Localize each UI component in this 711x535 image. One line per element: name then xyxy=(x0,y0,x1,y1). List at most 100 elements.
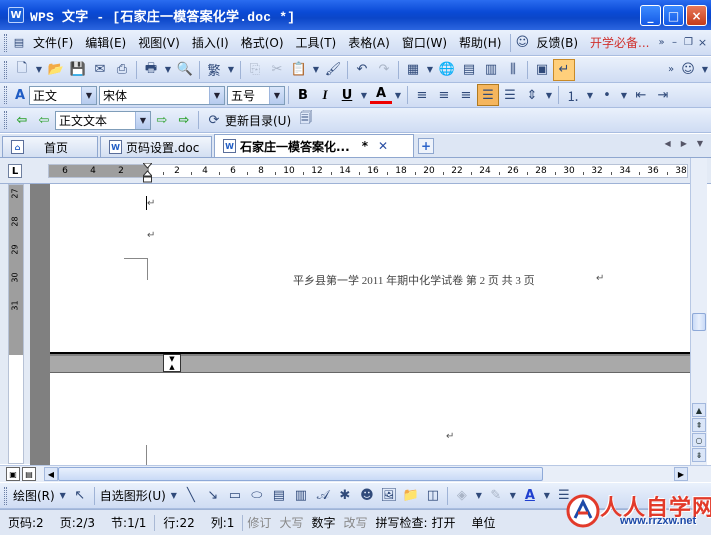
convert-dropdown-icon[interactable]: ▼ xyxy=(225,59,237,81)
line-color-icon[interactable]: ✎ xyxy=(485,485,507,507)
document-area[interactable]: ↵ ↵ 平乡县第一学 2011 年期中化学试卷 第 2 页 共 3 页 ↵ ▼ ▲… xyxy=(30,184,690,465)
align-left-icon[interactable]: ≡ xyxy=(411,84,433,106)
minimize-button[interactable]: _ xyxy=(640,5,661,26)
bullets-icon[interactable]: • xyxy=(596,84,618,106)
demote-to-body-icon[interactable]: ⇨ xyxy=(173,109,195,131)
menu-insert[interactable]: 插入(I) xyxy=(186,32,235,54)
chart-columns-icon[interactable]: ⫼ xyxy=(502,59,524,81)
toolbar-grip[interactable] xyxy=(4,60,7,79)
italic-button[interactable]: I xyxy=(314,85,336,106)
insert-table-icon[interactable]: ▦ xyxy=(402,59,424,81)
textbox-icon[interactable]: ▤ xyxy=(268,485,290,507)
distributed-align-icon[interactable]: ☰ xyxy=(499,84,521,106)
toolbar-grip[interactable] xyxy=(4,486,7,505)
close-tab-icon[interactable]: ✕ xyxy=(378,139,388,153)
menu-tools[interactable]: 工具(T) xyxy=(290,32,343,54)
table-grid-icon[interactable]: ▤ xyxy=(458,59,480,81)
horizontal-scrollbar[interactable]: ▣ ▤ ◀ ▶ xyxy=(0,465,711,482)
chevron-down-icon[interactable]: ▼ xyxy=(209,86,224,104)
tab-home[interactable]: ⌂ 首页 xyxy=(2,136,98,157)
draw-dropdown-icon[interactable]: ▼ xyxy=(57,485,69,507)
traditional-chinese-icon[interactable]: 繁 xyxy=(203,59,225,81)
vertical-ruler[interactable]: 27 28 29 30 31 xyxy=(8,184,24,464)
wordart-icon[interactable]: 𝒜 xyxy=(312,485,334,507)
export-pdf-icon[interactable]: ⎙ xyxy=(111,59,133,81)
normal-view-icon[interactable]: ▣ xyxy=(6,467,20,481)
rectangle-icon[interactable]: ▭ xyxy=(224,485,246,507)
select-objects-icon[interactable]: ↖ xyxy=(69,485,91,507)
promo-link[interactable]: 开学必备... xyxy=(584,32,655,54)
menu-window[interactable]: 窗口(W) xyxy=(396,32,453,54)
maximize-button[interactable]: □ xyxy=(663,5,684,26)
page-2[interactable]: ↵ ↵ 平乡县第一学 2011 年期中化学试卷 第 2 页 共 3 页 ↵ xyxy=(50,184,690,354)
save-icon[interactable]: 💾 xyxy=(67,59,89,81)
numbering-icon[interactable]: ⒈ xyxy=(562,84,584,106)
oval-icon[interactable]: ⬭ xyxy=(246,485,268,507)
menu-feedback[interactable]: 反馈(B) xyxy=(530,32,584,54)
open-folder-icon[interactable]: 📂 xyxy=(45,59,67,81)
promote-icon[interactable]: ⇦ xyxy=(33,109,55,131)
status-overtype[interactable]: 改写 xyxy=(339,514,371,531)
vertical-scroll-thumb[interactable] xyxy=(692,313,706,331)
undo-icon[interactable]: ↶ xyxy=(351,59,373,81)
help-dropdown-icon[interactable]: ▼ xyxy=(699,59,711,81)
scroll-right-icon[interactable]: ▶ xyxy=(674,467,688,481)
draw-font-color-dropdown-icon[interactable]: ▼ xyxy=(541,485,553,507)
menu-format[interactable]: 格式(O) xyxy=(235,32,290,54)
numbering-dropdown-icon[interactable]: ▼ xyxy=(584,84,596,106)
feedback-icon[interactable]: ☺ xyxy=(514,32,530,54)
update-toc-button[interactable]: ⟳ 更新目录(U) xyxy=(202,110,295,130)
menu-view[interactable]: 视图(V) xyxy=(132,32,186,54)
diagram-icon[interactable]: ✱ xyxy=(334,485,356,507)
fill-color-icon[interactable]: ◈ xyxy=(451,485,473,507)
status-track-changes[interactable]: 修订 xyxy=(243,514,275,531)
bullets-dropdown-icon[interactable]: ▼ xyxy=(618,84,630,106)
draw-font-color-icon[interactable]: A xyxy=(519,485,541,507)
menu-help[interactable]: 帮助(H) xyxy=(453,32,507,54)
outline-level-select[interactable]: 正文文本 ▼ xyxy=(55,110,151,130)
tab-list-icon[interactable]: ▼ xyxy=(697,139,703,148)
tab-shijiazhuang-chem[interactable]: W 石家庄一模答案化... * ✕ xyxy=(214,134,414,157)
menubar-grip[interactable] xyxy=(4,33,7,52)
picture-icon[interactable]: 🖼 xyxy=(378,485,400,507)
decrease-indent-icon[interactable]: ⇤ xyxy=(630,84,652,106)
hyperlink-globe-icon[interactable]: 🌐 xyxy=(436,59,458,81)
doc-minimize-icon[interactable]: – xyxy=(668,32,682,54)
status-unit[interactable]: 单位 xyxy=(464,514,504,531)
toolbar-grip[interactable] xyxy=(4,86,7,104)
line-color-dropdown-icon[interactable]: ▼ xyxy=(507,485,519,507)
underline-button[interactable]: U xyxy=(336,85,358,106)
show-hide-marks-icon[interactable]: ↵ xyxy=(553,58,575,81)
new-doc-icon[interactable]: 🗋 xyxy=(11,59,33,81)
copy-icon[interactable]: ⎘ xyxy=(244,59,266,81)
scroll-left-icon[interactable]: ◀ xyxy=(44,467,58,481)
new-dropdown-icon[interactable]: ▼ xyxy=(33,59,45,81)
previous-page-icon[interactable]: ⇞ xyxy=(692,418,706,432)
status-spellcheck-value[interactable]: 打开 xyxy=(428,514,464,531)
table-dropdown-icon[interactable]: ▼ xyxy=(424,59,436,81)
align-right-icon[interactable]: ≡ xyxy=(455,84,477,106)
close-button[interactable]: × xyxy=(686,5,707,26)
font-color-dropdown-icon[interactable]: ▼ xyxy=(392,84,404,106)
underline-dropdown-icon[interactable]: ▼ xyxy=(358,84,370,106)
tab-stop-selector[interactable]: L xyxy=(8,164,22,178)
send-mail-icon[interactable]: ✉ xyxy=(89,59,111,81)
scroll-up-icon[interactable]: ▲ xyxy=(692,403,706,417)
toolbar-grip[interactable] xyxy=(4,111,7,129)
font-color-button[interactable]: A xyxy=(370,86,392,104)
vertical-textbox-icon[interactable]: ▥ xyxy=(290,485,312,507)
menu-table[interactable]: 表格(A) xyxy=(342,32,396,54)
fill-color-dropdown-icon[interactable]: ▼ xyxy=(473,485,485,507)
help-person-icon[interactable]: ☺ xyxy=(677,59,699,81)
std-more-chevron-icon[interactable]: » xyxy=(665,59,677,81)
page-header-text[interactable]: 平乡县第一学 2011 年期中化学试卷 第 2 页 共 3 页 xyxy=(293,272,535,288)
font-select[interactable]: 宋体 ▼ xyxy=(99,85,225,105)
autoshapes-menu[interactable]: 自选图形(U) xyxy=(98,487,168,504)
clipart-icon[interactable]: ☻ xyxy=(356,485,378,507)
menu-file[interactable]: 文件(F) xyxy=(27,32,79,54)
insert-object-icon[interactable]: 📁 xyxy=(400,485,422,507)
status-num-lock[interactable]: 数字 xyxy=(307,514,339,531)
paste-dropdown-icon[interactable]: ▼ xyxy=(310,59,322,81)
doc-control-icon[interactable]: ▤ xyxy=(11,32,27,54)
chevron-down-icon[interactable]: ▼ xyxy=(269,86,284,104)
